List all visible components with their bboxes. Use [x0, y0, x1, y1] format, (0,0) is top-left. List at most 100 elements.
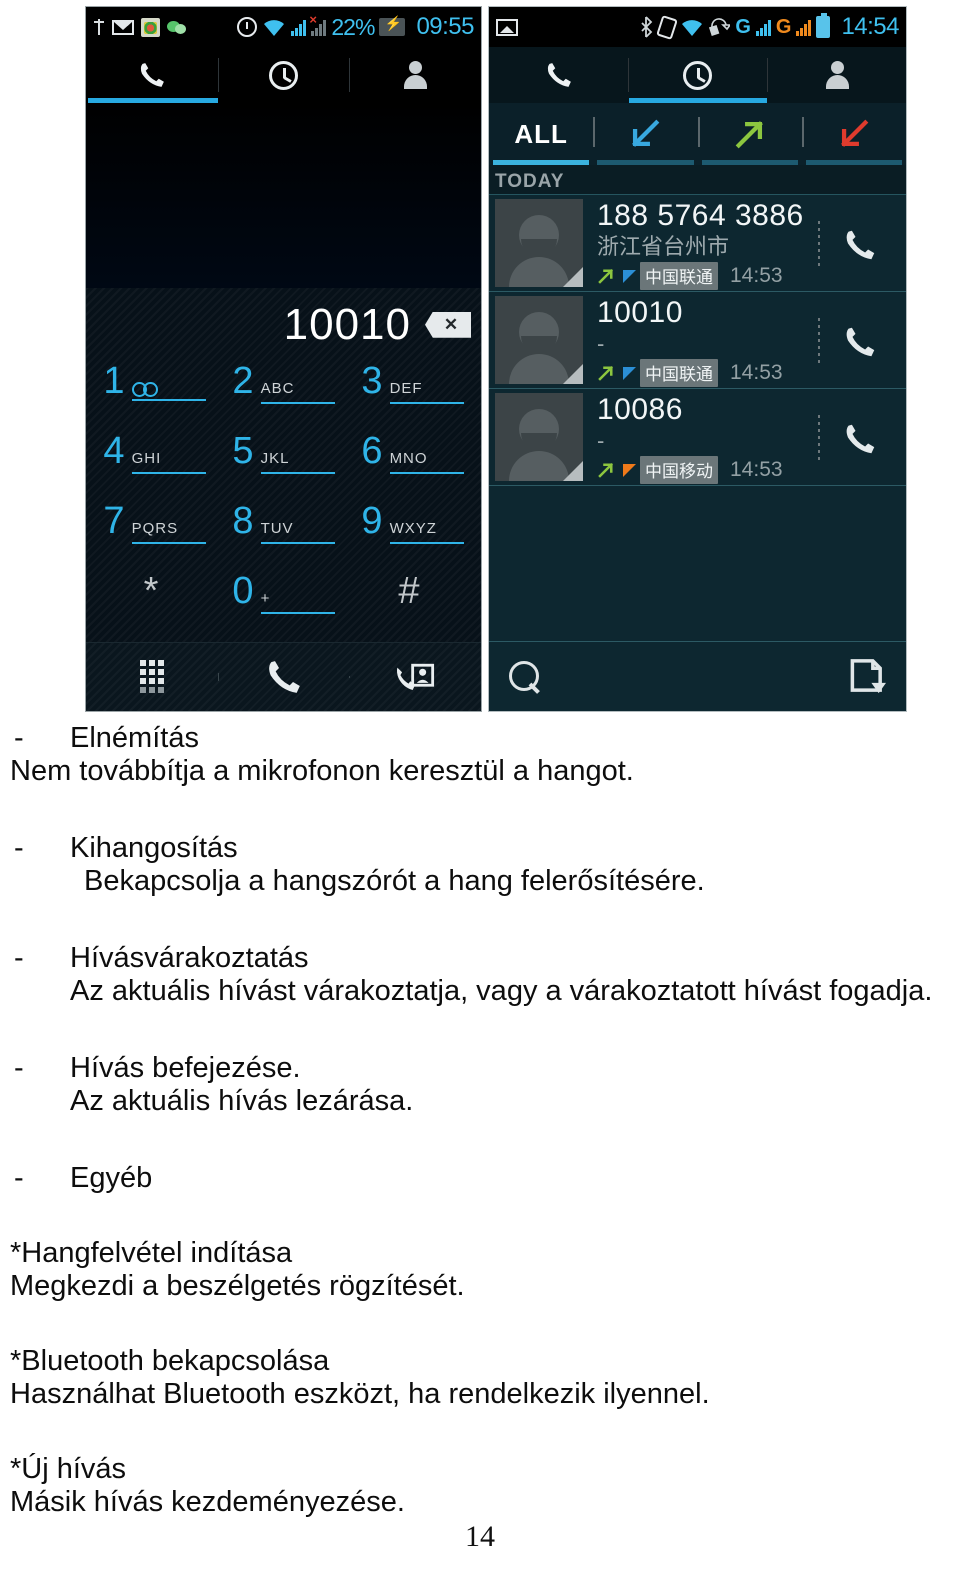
table-row[interactable]: 10010 - 中国联通 14:53 [489, 292, 906, 389]
list-item: - Egyéb [0, 1118, 960, 1195]
key-5[interactable]: 5 JKL [219, 432, 348, 502]
bullet-dash: - [14, 1052, 24, 1084]
filter-all[interactable]: ALL [489, 103, 593, 165]
tab-recents[interactable] [628, 47, 767, 103]
backspace-icon[interactable]: ✕ [425, 311, 471, 338]
document-page: 22% 09:55 [0, 0, 960, 1595]
key-digit: 0 [232, 569, 254, 612]
bullet-line: - Elnémítás [0, 722, 960, 755]
phone-icon [547, 63, 571, 87]
usb-icon [93, 17, 105, 37]
key-letters: PQRS [131, 520, 206, 544]
dialed-number: 10010 [283, 299, 411, 349]
page-number: 14 [465, 1520, 495, 1553]
call-log-filter-bar: ALL [489, 103, 906, 165]
key-3[interactable]: 3 DEF [348, 362, 477, 432]
active-tab-indicator [88, 98, 218, 103]
filter-indicator [805, 160, 902, 165]
sub-item-description: Használhat Bluetooth eszközt, ha rendelk… [10, 1378, 710, 1410]
avatar [495, 393, 583, 481]
add-contact-call-icon [397, 663, 435, 690]
tab-contacts[interactable] [767, 47, 906, 103]
call-button[interactable] [217, 657, 350, 697]
call-time: 14:53 [730, 361, 783, 384]
filter-missed[interactable] [801, 103, 906, 165]
key-digit: # [398, 569, 420, 612]
bullet-dash: - [14, 722, 24, 754]
item-title: Kihangosítás [70, 832, 238, 864]
avatar [495, 199, 583, 287]
add-contact-call-button[interactable] [349, 660, 481, 694]
signal-sim2-icon [796, 19, 812, 36]
keypad-grid-icon [139, 660, 164, 694]
sub-list-item: *Bluetooth bekapcsolása Használhat Bluet… [0, 1303, 960, 1411]
key-digit: 1 [103, 359, 125, 402]
sub-item-description: Másik hívás kezdeményezése. [10, 1486, 405, 1518]
key-digit: 4 [103, 429, 125, 472]
table-row[interactable]: 10086 - 中国移动 14:53 [489, 389, 906, 486]
battery-percent-label: 22% [331, 13, 375, 40]
keypad-toggle-button[interactable] [86, 660, 218, 694]
table-row[interactable]: 188 5764 3886 浙江省台州市 中国联通 14:53 [489, 195, 906, 292]
carrier-badge: 中国联通 [640, 359, 718, 387]
wechat-icon [167, 19, 187, 35]
key-letters: TUV [260, 520, 335, 544]
bullet-dash: - [14, 1162, 24, 1194]
call-icon [268, 661, 300, 693]
key-digit: 7 [103, 499, 125, 542]
key-6[interactable]: 6 MNO [348, 432, 477, 502]
sim-indicator-icon [623, 269, 636, 283]
sub-list-item: *Hangfelvétel indítása Megkezdi a beszél… [0, 1195, 960, 1303]
phone-screenshot-dialer: 22% 09:55 [85, 6, 482, 712]
bullet-line: - Egyéb [0, 1162, 960, 1195]
item-description: Bekapcsolja a hangszórót a hang felerősí… [84, 865, 705, 897]
key-9[interactable]: 9 WXYZ [348, 502, 477, 572]
call-time: 14:53 [730, 458, 783, 481]
key-0[interactable]: 0 + [219, 572, 348, 642]
tab-phone[interactable] [489, 47, 628, 103]
key-letters: DEF [389, 380, 464, 404]
dialpad-keys: 1 2 ABC 3 DEF 4 GHI 5 JKL 6 MNO 7 PQRS 8… [86, 362, 481, 642]
search-icon[interactable] [509, 660, 541, 693]
outgoing-call-arrow-icon [735, 121, 763, 149]
key-star[interactable]: * [90, 572, 219, 642]
signal-sim1-icon [291, 19, 307, 36]
tab-contacts[interactable] [349, 47, 481, 103]
outgoing-call-arrow-icon [598, 462, 614, 478]
clock-icon [683, 60, 712, 90]
person-icon [822, 61, 852, 89]
bullet-dash: - [14, 832, 24, 864]
mail-icon [112, 19, 134, 35]
key-digit: 2 [232, 359, 254, 402]
item-description: Az aktuális hívás lezárása. [70, 1085, 414, 1117]
phone-screenshot-call-log: G G 14:54 ALL TODAY 188 5764 3886 浙江省台州市… [488, 6, 907, 712]
section-header-today: TODAY [489, 165, 906, 195]
list-item: - Kihangosítás Bekapcsolja a hangszórót … [0, 788, 960, 898]
carrier-badge: 中国移动 [640, 456, 718, 484]
dial-input-row[interactable]: 10010 ✕ [86, 288, 481, 362]
key-7[interactable]: 7 PQRS [90, 502, 219, 572]
row-call-button[interactable] [814, 393, 906, 485]
key-1[interactable]: 1 [90, 362, 219, 432]
export-log-icon[interactable] [848, 658, 886, 696]
item-description: Nem továbbítja a mikrofonon keresztül a … [10, 755, 634, 787]
right-status-bar: G G 14:54 [489, 7, 906, 47]
sub-item-title: *Új hívás [10, 1453, 127, 1485]
battery-charging-icon [379, 16, 406, 36]
key-digit: 8 [232, 499, 254, 542]
key-8[interactable]: 8 TUV [219, 502, 348, 572]
signal-sim1-icon [755, 19, 771, 36]
phone-icon [140, 63, 164, 87]
filter-incoming[interactable] [593, 103, 697, 165]
call-number: 10010 [597, 296, 683, 329]
row-call-button[interactable] [814, 296, 906, 388]
key-hash[interactable]: # [348, 572, 477, 642]
tab-phone[interactable] [86, 47, 218, 103]
dialer-bottom-bar [86, 641, 481, 711]
key-letters: WXYZ [389, 520, 464, 544]
tab-recents[interactable] [217, 47, 350, 103]
filter-outgoing[interactable] [697, 103, 802, 165]
key-4[interactable]: 4 GHI [90, 432, 219, 502]
row-call-button[interactable] [814, 199, 906, 291]
key-2[interactable]: 2 ABC [219, 362, 348, 432]
